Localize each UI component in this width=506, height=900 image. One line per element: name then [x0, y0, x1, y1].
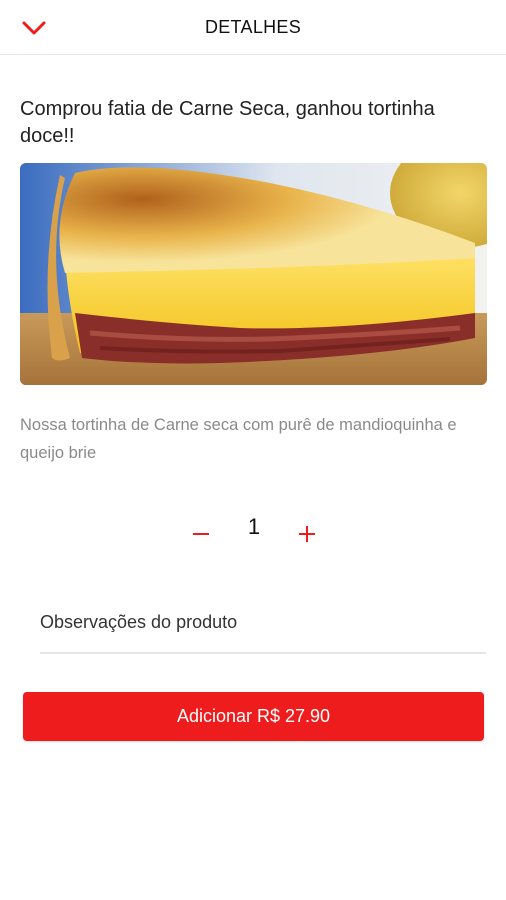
- increase-quantity-button[interactable]: [292, 518, 322, 548]
- notes-field: [40, 600, 486, 654]
- app-header: DETALHES: [0, 0, 506, 55]
- add-to-cart-button[interactable]: Adicionar R$ 27.90: [23, 692, 484, 741]
- plus-icon: [299, 526, 315, 542]
- quantity-value: 1: [247, 514, 261, 539]
- add-to-cart-label: Adicionar R$ 27.90: [176, 706, 331, 726]
- quantity-stepper: 1: [0, 510, 506, 558]
- pie-slice-photo: [20, 163, 487, 385]
- page-title: DETALHES: [204, 17, 302, 37]
- product-title: Comprou fatia de Carne Seca, ganhou tort…: [20, 98, 435, 147]
- product-description: Nossa tortinha de Carne seca com purê de…: [20, 416, 457, 462]
- decrease-quantity-button[interactable]: [186, 518, 216, 548]
- notes-input[interactable]: [40, 600, 486, 644]
- product-image: [20, 163, 487, 385]
- minus-icon: [193, 533, 209, 535]
